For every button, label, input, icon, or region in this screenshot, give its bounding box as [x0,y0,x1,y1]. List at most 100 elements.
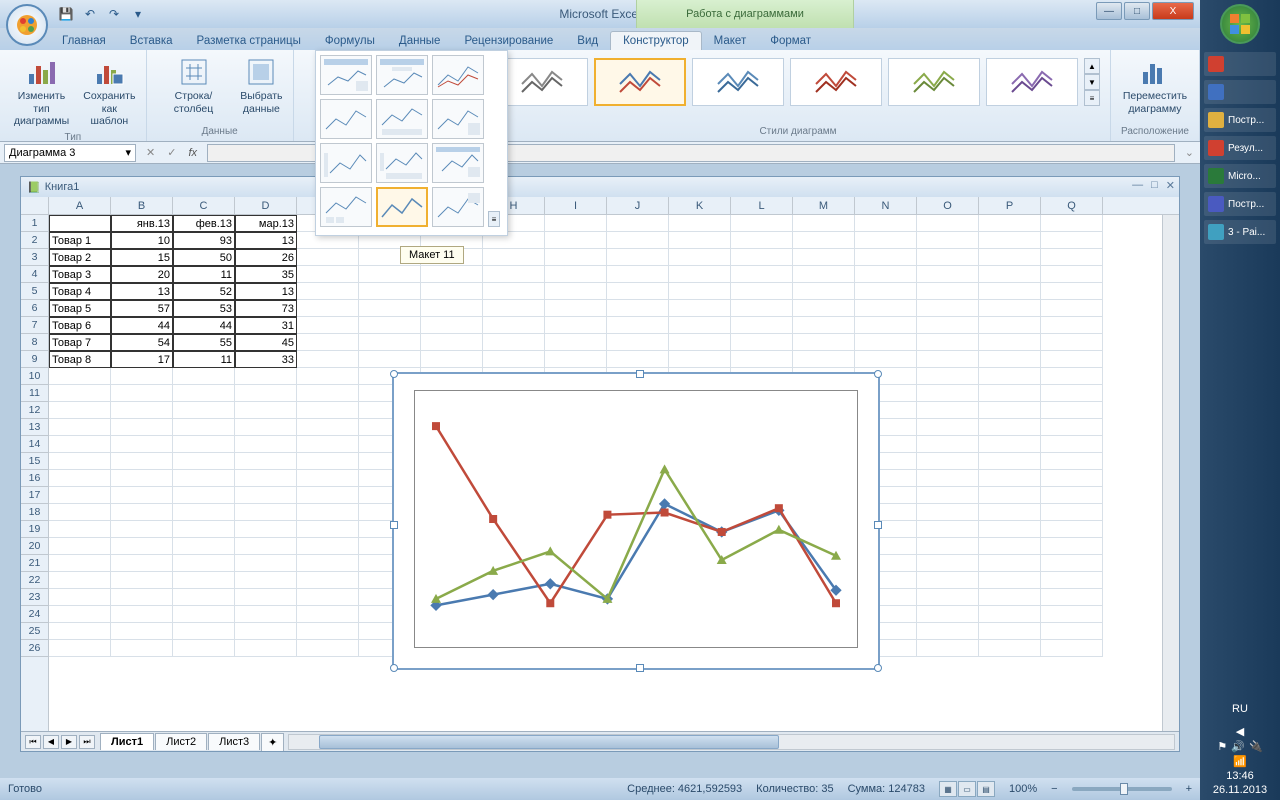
cell-J5[interactable] [607,283,669,300]
cell-P3[interactable] [979,249,1041,266]
cell-D12[interactable] [235,402,297,419]
row-header-1[interactable]: 1 [21,215,48,232]
sheet-tab-3[interactable]: Лист3 [208,733,260,750]
cell-C12[interactable] [173,402,235,419]
cell-A24[interactable] [49,606,111,623]
col-header-M[interactable]: M [793,197,855,214]
cell-D2[interactable]: 13 [235,232,297,249]
tab-view[interactable]: Вид [565,32,610,50]
cell-C10[interactable] [173,368,235,385]
cell-P18[interactable] [979,504,1041,521]
cell-E26[interactable] [297,640,359,657]
sheet-tab-1[interactable]: Лист1 [100,733,154,750]
cell-N2[interactable] [855,232,917,249]
chart-object[interactable] [392,372,880,670]
cell-E16[interactable] [297,470,359,487]
styles-scroll-down[interactable]: ▼ [1084,74,1100,90]
cell-Q19[interactable] [1041,521,1103,538]
cell-G9[interactable] [421,351,483,368]
clock-date[interactable]: 26.11.2013 [1213,784,1267,796]
cell-E5[interactable] [297,283,359,300]
cell-O22[interactable] [917,572,979,589]
cell-I5[interactable] [545,283,607,300]
cell-F6[interactable] [359,300,421,317]
layout-10[interactable] [320,187,372,227]
cell-E7[interactable] [297,317,359,334]
tab-design[interactable]: Конструктор [610,31,702,50]
cell-A5[interactable]: Товар 4 [49,283,111,300]
cell-K3[interactable] [669,249,731,266]
cell-Q12[interactable] [1041,402,1103,419]
cell-L3[interactable] [731,249,793,266]
cell-D5[interactable]: 13 [235,283,297,300]
redo-icon[interactable]: ↷ [104,4,124,24]
cell-B7[interactable]: 44 [111,317,173,334]
zoom-in-button[interactable]: + [1186,783,1192,795]
cell-B11[interactable] [111,385,173,402]
cell-A22[interactable] [49,572,111,589]
cell-P5[interactable] [979,283,1041,300]
cell-J1[interactable] [607,215,669,232]
cell-O1[interactable] [917,215,979,232]
col-header-N[interactable]: N [855,197,917,214]
cell-E17[interactable] [297,487,359,504]
col-header-D[interactable]: D [235,197,297,214]
row-header-23[interactable]: 23 [21,589,48,606]
cell-E9[interactable] [297,351,359,368]
taskbar-item-1[interactable]: Постр... [1204,108,1276,132]
cell-H7[interactable] [483,317,545,334]
cell-L1[interactable] [731,215,793,232]
cell-K2[interactable] [669,232,731,249]
change-chart-type-button[interactable]: Изменить тип диаграммы [6,54,77,130]
cell-J8[interactable] [607,334,669,351]
cell-E6[interactable] [297,300,359,317]
col-header-L[interactable]: L [731,197,793,214]
cell-C9[interactable]: 11 [173,351,235,368]
cell-J9[interactable] [607,351,669,368]
cell-P26[interactable] [979,640,1041,657]
cell-C1[interactable]: фев.13 [173,215,235,232]
cell-M6[interactable] [793,300,855,317]
cell-K9[interactable] [669,351,731,368]
row-header-22[interactable]: 22 [21,572,48,589]
row-header-3[interactable]: 3 [21,249,48,266]
row-header-6[interactable]: 6 [21,300,48,317]
cell-B16[interactable] [111,470,173,487]
chart-handle-bl[interactable] [390,664,398,672]
row-header-10[interactable]: 10 [21,368,48,385]
cell-Q7[interactable] [1041,317,1103,334]
cell-O23[interactable] [917,589,979,606]
fx-accept-icon[interactable]: ✓ [161,146,182,159]
save-template-button[interactable]: Сохранить как шаблон [79,54,140,130]
cell-A25[interactable] [49,623,111,640]
cell-D8[interactable]: 45 [235,334,297,351]
save-icon[interactable]: 💾 [56,4,76,24]
cell-B5[interactable]: 13 [111,283,173,300]
row-header-5[interactable]: 5 [21,283,48,300]
cell-B26[interactable] [111,640,173,657]
cell-M7[interactable] [793,317,855,334]
cell-C26[interactable] [173,640,235,657]
cell-K4[interactable] [669,266,731,283]
cell-O17[interactable] [917,487,979,504]
cell-D3[interactable]: 26 [235,249,297,266]
cell-A4[interactable]: Товар 3 [49,266,111,283]
cell-C7[interactable]: 44 [173,317,235,334]
cell-P19[interactable] [979,521,1041,538]
cell-O13[interactable] [917,419,979,436]
cell-M9[interactable] [793,351,855,368]
cell-B13[interactable] [111,419,173,436]
horizontal-scrollbar[interactable] [288,734,1175,750]
cell-B8[interactable]: 54 [111,334,173,351]
cell-O6[interactable] [917,300,979,317]
cell-B24[interactable] [111,606,173,623]
row-header-21[interactable]: 21 [21,555,48,572]
cell-Q9[interactable] [1041,351,1103,368]
cell-Q13[interactable] [1041,419,1103,436]
cell-M4[interactable] [793,266,855,283]
tab-home[interactable]: Главная [50,32,118,50]
vertical-scrollbar[interactable] [1162,215,1179,731]
chart-handle-tr[interactable] [874,370,882,378]
cell-F7[interactable] [359,317,421,334]
cell-P17[interactable] [979,487,1041,504]
